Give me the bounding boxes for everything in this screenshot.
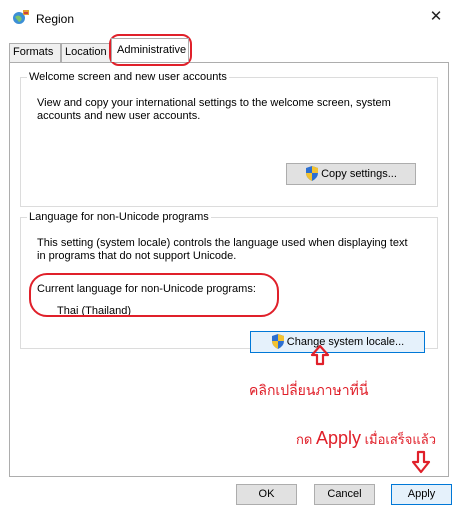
- tab-formats[interactable]: Formats: [9, 43, 61, 62]
- press-prefix: กด: [296, 432, 316, 447]
- cancel-button[interactable]: Cancel: [314, 484, 375, 505]
- tab-location[interactable]: Location: [61, 43, 111, 62]
- title-bar: Region ✕: [0, 0, 456, 33]
- welcome-group-legend: Welcome screen and new user accounts: [29, 71, 227, 83]
- non-unicode-group-legend: Language for non-Unicode programs: [29, 211, 209, 223]
- apply-word: Apply: [315, 428, 361, 448]
- change-system-locale-button[interactable]: Change system locale...: [250, 331, 425, 353]
- highlight-current-language: [29, 273, 279, 317]
- apply-button[interactable]: Apply: [391, 484, 452, 505]
- arrow-down-icon: [411, 450, 431, 474]
- arrow-up-icon: [310, 344, 330, 366]
- press-apply-annotation: กด Apply เมื่อเสร็จแล้ว: [296, 428, 436, 450]
- welcome-group-description: View and copy your international setting…: [37, 97, 391, 122]
- when-done-text: เมื่อเสร็จแล้ว: [360, 432, 437, 447]
- region-globe-icon: [13, 10, 29, 24]
- copy-settings-button[interactable]: Copy settings...: [286, 163, 416, 185]
- tab-bar: Formats Location Administrative: [9, 38, 449, 62]
- non-unicode-description: This setting (system locale) controls th…: [37, 237, 408, 262]
- uac-shield-icon: [306, 165, 319, 181]
- change-system-locale-label: Change system locale...: [286, 336, 405, 348]
- uac-shield-icon: [271, 333, 284, 349]
- click-here-annotation: คลิกเปลี่ยนภาษาที่นี่: [249, 382, 369, 398]
- administrative-panel: Welcome screen and new user accounts Vie…: [9, 62, 449, 477]
- window-title: Region: [36, 12, 75, 26]
- welcome-screen-group: Welcome screen and new user accounts Vie…: [20, 71, 438, 207]
- ok-button[interactable]: OK: [236, 484, 297, 505]
- close-button[interactable]: ✕: [428, 8, 444, 26]
- copy-settings-label: Copy settings...: [321, 168, 397, 180]
- tab-administrative[interactable]: Administrative: [111, 38, 189, 62]
